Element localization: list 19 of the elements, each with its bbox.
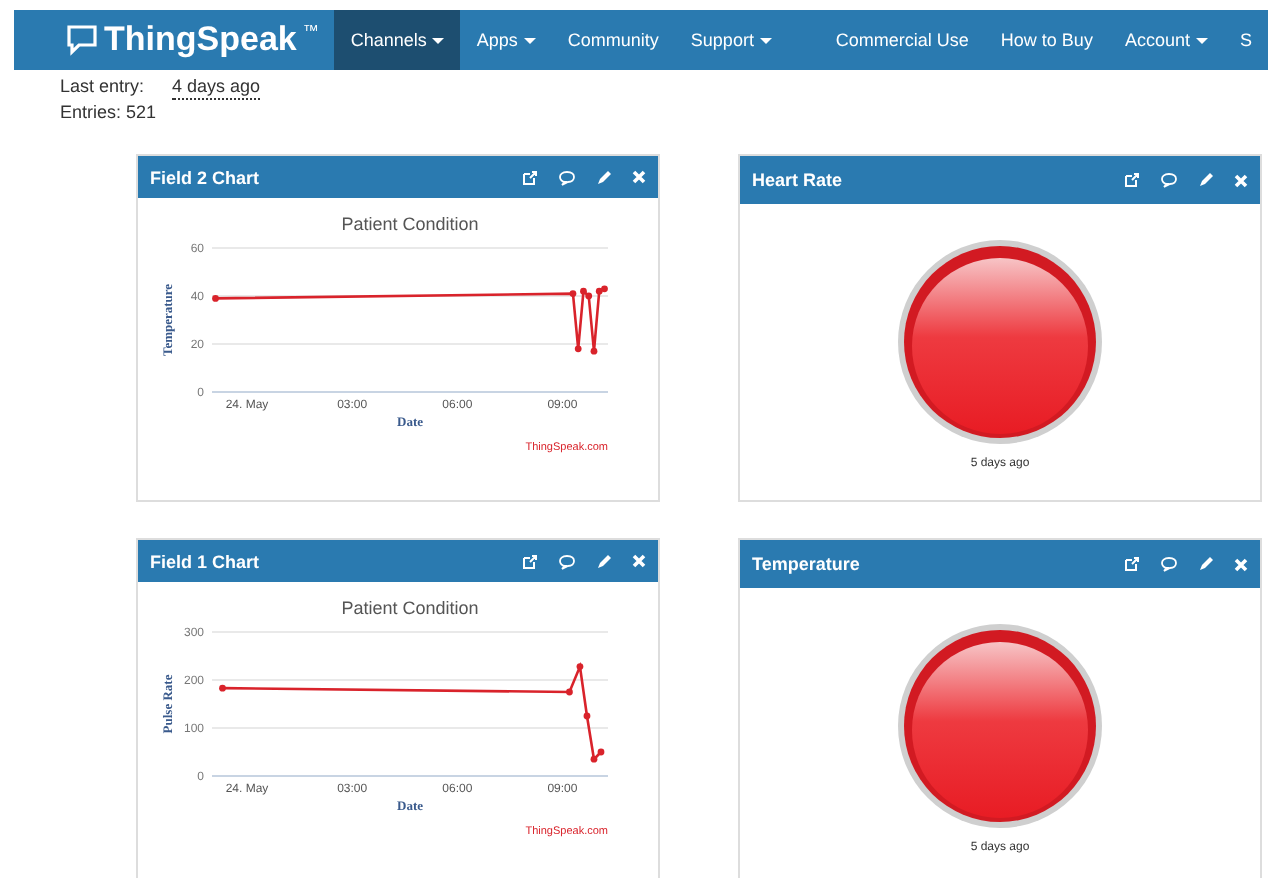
trademark-symbol: ™ <box>302 22 319 40</box>
chart-title: Patient Condition <box>341 598 479 618</box>
entries-count: Entries: 521 <box>60 100 159 124</box>
nav-menu-item[interactable]: Channels <box>334 10 461 70</box>
card-title: Temperature <box>752 554 862 574</box>
last-entry-label: Last entry: <box>60 74 145 100</box>
card-title: Field 2 Chart <box>150 167 262 187</box>
chart-title: Patient Condition <box>341 214 479 234</box>
nav-menu-item[interactable]: Community <box>551 10 675 70</box>
nav-menu-item[interactable]: S <box>1223 10 1268 70</box>
card-title: Field 1 Chart <box>150 551 262 571</box>
card-title: Heart Rate <box>752 170 845 190</box>
nav-menu-item[interactable]: Account <box>1108 10 1224 70</box>
nav-menu-item[interactable]: Apps <box>460 10 552 70</box>
nav-menu-item[interactable]: Commercial Use <box>819 10 985 70</box>
last-entry-value: 4 days ago <box>172 74 261 100</box>
nav-menu-item[interactable]: How to Buy <box>984 10 1109 70</box>
logo-text[interactable]: ThingSpeak <box>104 20 297 60</box>
nav-menu-item[interactable]: Support <box>674 10 788 70</box>
